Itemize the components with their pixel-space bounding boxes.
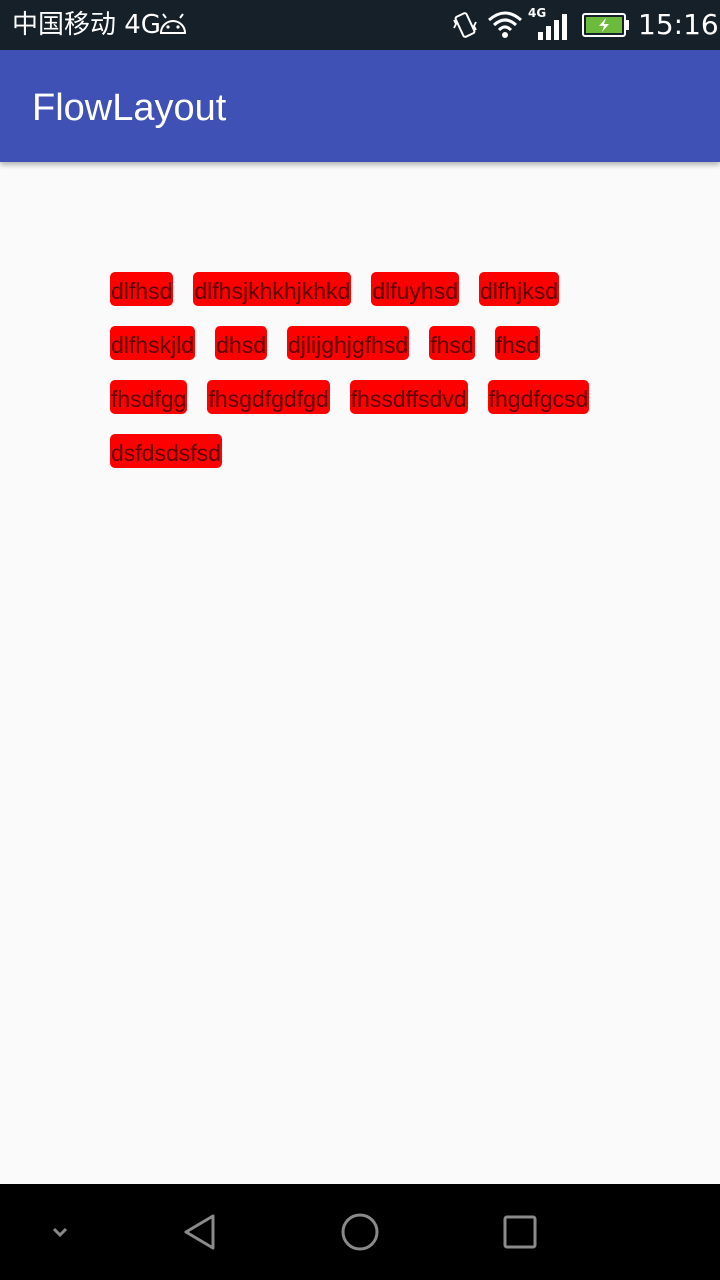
flow-tag[interactable]: fhssdffsdvd bbox=[349, 380, 468, 414]
hide-nav-button[interactable] bbox=[10, 1184, 110, 1280]
flow-tag[interactable]: dlfhjksd bbox=[479, 272, 559, 306]
flow-tag[interactable]: dsfdsdsfsd bbox=[110, 434, 222, 468]
signal-icon bbox=[538, 14, 567, 40]
flow-tag[interactable]: fhsd bbox=[429, 326, 475, 360]
back-icon bbox=[184, 1214, 215, 1250]
app-bar: FlowLayout bbox=[0, 50, 720, 162]
content-area: dlfhsd dlfhsjkhkhjkhkd dlfuyhsd dlfhjksd dlf… bbox=[0, 162, 720, 1184]
flow-tag[interactable]: fhgdfgcsd bbox=[487, 380, 590, 414]
recent-apps-button[interactable] bbox=[470, 1184, 570, 1280]
flow-tag[interactable]: dlfhsd bbox=[110, 272, 174, 306]
flow-tag[interactable]: fhsd bbox=[494, 326, 541, 360]
chevron-down-icon bbox=[52, 1227, 68, 1238]
clock: 15:16 bbox=[638, 8, 719, 41]
flow-layout: dlfhsd dlfhsjkhkhjkhkd dlfuyhsd dlfhjksd dlf… bbox=[110, 272, 610, 468]
flow-tag[interactable]: fhsdfgg bbox=[110, 380, 188, 414]
navigation-bar bbox=[0, 1184, 720, 1280]
app-title: FlowLayout bbox=[32, 87, 227, 129]
flow-tag[interactable]: dlfuyhsd bbox=[371, 272, 460, 306]
wifi-icon bbox=[488, 11, 522, 38]
android-icon bbox=[159, 13, 187, 34]
flow-tag[interactable]: dlfhskjld bbox=[110, 326, 196, 360]
home-button[interactable] bbox=[310, 1184, 410, 1280]
flow-tag[interactable]: dlfhsjkhkhjkhkd bbox=[193, 272, 352, 306]
home-icon bbox=[341, 1213, 379, 1251]
recent-apps-icon bbox=[503, 1215, 537, 1249]
status-bar: 中国移动 4G 4G 15:16 bbox=[0, 0, 720, 50]
flow-tag[interactable]: dhsd bbox=[215, 326, 267, 360]
back-button[interactable] bbox=[150, 1184, 250, 1280]
carrier-label: 中国移动 4G bbox=[12, 10, 161, 40]
battery-charging-icon bbox=[582, 13, 629, 37]
vibrate-icon bbox=[453, 12, 477, 38]
flow-tag[interactable]: fhsgdfgdfgd bbox=[207, 380, 330, 414]
flow-tag[interactable]: djlijghjgfhsd bbox=[286, 326, 410, 360]
